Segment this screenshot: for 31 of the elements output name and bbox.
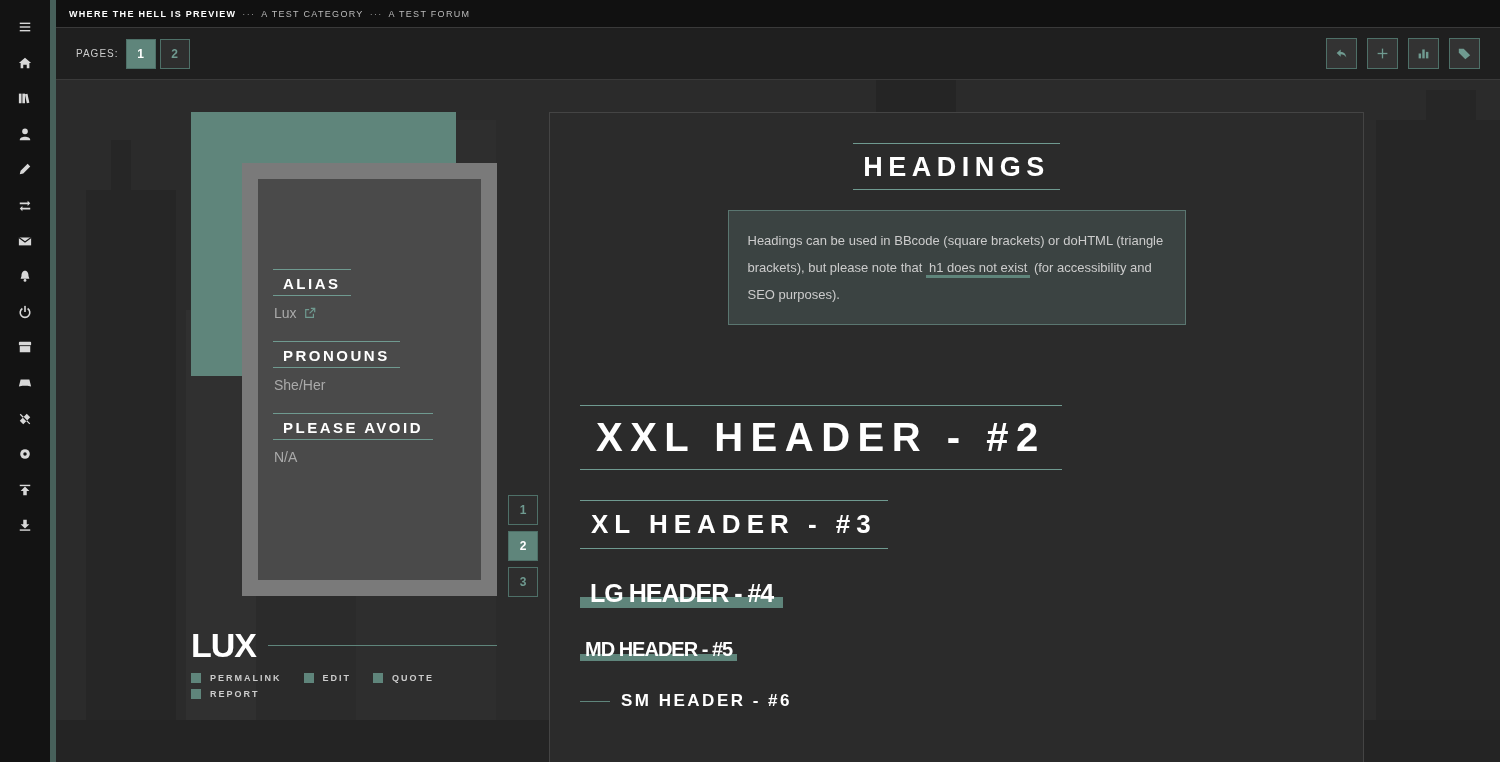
page-button[interactable]: 1: [125, 38, 156, 69]
breadcrumb-separator: ···: [242, 8, 256, 19]
field-value: Lux: [274, 305, 297, 321]
reply-icon[interactable]: [1326, 38, 1357, 69]
post-action-link[interactable]: QUOTE: [373, 673, 435, 683]
post-title: HEADINGS: [853, 143, 1060, 190]
breadcrumb-link[interactable]: A TEST CATEGORY: [261, 8, 364, 19]
field-value: N/A: [274, 449, 298, 465]
page-button[interactable]: 2: [159, 38, 190, 69]
post-action-link[interactable]: EDIT: [303, 673, 351, 683]
post-action-link[interactable]: REPORT: [191, 689, 260, 699]
field-label: ALIAS: [273, 269, 351, 296]
post-action-link[interactable]: PERMALINK: [191, 673, 282, 683]
breadcrumb-link[interactable]: WHERE THE HELL IS PREVIEW: [69, 8, 237, 19]
card-page-button[interactable]: 2: [508, 531, 538, 561]
sample-heading: SM HEADER - #6: [621, 691, 793, 711]
tag-icon[interactable]: [1449, 38, 1480, 69]
info-note: Headings can be used in BBcode (square brackets) or doHTML (triangle brackets), but please note that h1 does not exist (for accessibility and SEO purposes).: [727, 210, 1186, 325]
field-label: PLEASE AVOID: [273, 413, 434, 440]
external-link-icon[interactable]: [303, 307, 316, 319]
breadcrumb-link[interactable]: A TEST FORUM: [388, 8, 471, 19]
breadcrumb-separator: ···: [369, 8, 383, 19]
field-label: PRONOUNS: [273, 341, 400, 368]
card-page-button[interactable]: 1: [508, 495, 538, 525]
pages-label: PAGES:: [76, 48, 119, 59]
username: LUX: [191, 626, 256, 665]
bar-chart-icon[interactable]: [1408, 38, 1439, 69]
sample-heading: XL HEADER - #3: [580, 500, 888, 549]
card-page-button[interactable]: 3: [508, 567, 538, 597]
field-value: She/Her: [274, 377, 326, 393]
sample-heading: XXL HEADER - #2: [580, 405, 1062, 470]
